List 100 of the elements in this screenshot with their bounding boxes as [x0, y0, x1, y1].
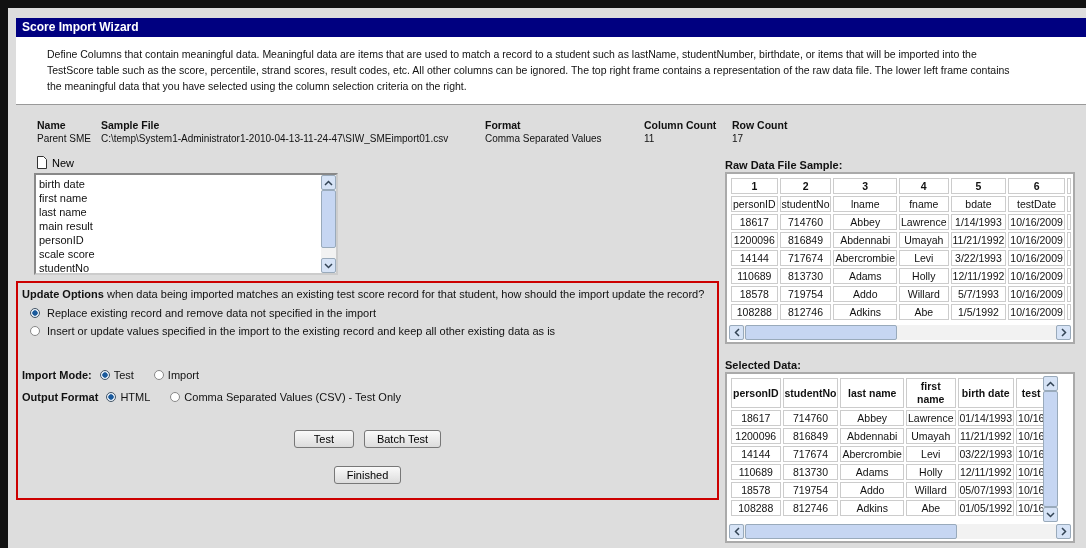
scrollbar[interactable]: [729, 524, 1071, 539]
table-cell: Adkins: [840, 500, 904, 516]
table-cell: 5/7/1993: [950, 286, 1007, 302]
list-item[interactable]: studentNo: [39, 261, 318, 273]
table-cell: 1200096: [731, 232, 778, 248]
table-cell: 108288: [731, 304, 778, 320]
table-cell: Abercrombie: [833, 250, 897, 266]
column-header: studentNo: [782, 378, 839, 408]
table-cell: Willard: [899, 286, 949, 302]
table-cell: 01/14/1993: [957, 410, 1015, 426]
info-label: Name: [37, 118, 67, 132]
table-cell: 714760: [782, 410, 839, 426]
list-item[interactable]: first name: [39, 191, 318, 205]
list-item[interactable]: main result: [39, 219, 318, 233]
info-value: 11: [644, 132, 656, 146]
table-cell: Addo: [833, 286, 897, 302]
table-cell: Levi: [905, 446, 956, 462]
info-value: Comma Separated Values: [485, 132, 603, 146]
table-cell: 14144: [731, 446, 781, 462]
table-cell: Holly: [905, 464, 956, 480]
table-cell: personID: [731, 196, 778, 212]
table-cell: Umayah: [905, 428, 956, 444]
table-cell: 10/16/2009: [1008, 268, 1065, 284]
table-cell: Lawrence: [905, 410, 956, 426]
table-cell: 14144: [731, 250, 778, 266]
info-label: Format: [485, 118, 522, 132]
list-item[interactable]: birth date: [39, 177, 318, 191]
table-cell: 812746: [782, 500, 839, 516]
table-cell: 812746: [779, 304, 832, 320]
table-cell: 12/11/1992: [950, 268, 1007, 284]
field-list[interactable]: birth date first name last name main result personID scale score studentNo: [34, 173, 338, 275]
table-cell: 11/21/1992: [950, 232, 1007, 248]
action-button[interactable]: Batch Test: [363, 430, 442, 448]
scrollbar[interactable]: [1043, 376, 1058, 522]
table-cell: 110689: [731, 464, 781, 480]
table-cell: 3/22/1993: [950, 250, 1007, 266]
radio-option[interactable]: Test: [99, 366, 134, 384]
info-value: 17: [732, 132, 745, 146]
new-button[interactable]: New: [37, 156, 74, 169]
raw-sample-title: Raw Data File Sample:: [725, 158, 844, 172]
table-cell: Abercrombie: [840, 446, 904, 462]
table-cell: 717674: [779, 250, 832, 266]
table-cell: 816849: [782, 428, 839, 444]
radio-option[interactable]: HTML: [106, 388, 151, 406]
update-options-text: Update Options when data being imported matches an existing test score record for that student, how should the import update the record?: [22, 288, 705, 300]
table-cell: Addo: [840, 482, 904, 498]
column-header: first name: [905, 378, 956, 408]
info-label: Row Count: [732, 118, 788, 132]
table-cell: 10/16/2009: [1008, 250, 1065, 266]
table-cell: 12/11/1992: [957, 464, 1015, 480]
table-cell: 18617: [731, 214, 778, 230]
table-cell: 816849: [779, 232, 832, 248]
radio-option[interactable]: Import: [153, 366, 200, 384]
table-cell: 108288: [731, 500, 781, 516]
column-number: 3: [833, 178, 897, 194]
table-cell: 01/05/1992: [957, 500, 1015, 516]
table-cell: 717674: [782, 446, 839, 462]
table-cell: 10/16/2009: [1008, 214, 1065, 230]
table-cell: Abe: [899, 304, 949, 320]
table-cell: Lawrence: [899, 214, 949, 230]
table-cell: 18617: [731, 410, 781, 426]
radio-option[interactable]: Insert or update values specified in the import to the existing record and keep all other existing data as is: [22, 322, 713, 340]
table-cell: Adams: [833, 268, 897, 284]
radio-option[interactable]: Comma Separated Values (CSV) - Test Only: [170, 388, 401, 406]
table-cell: Abdennabi: [840, 428, 904, 444]
list-item[interactable]: scale score: [39, 247, 318, 261]
table-cell: testDate: [1008, 196, 1065, 212]
table-cell: 11/21/1992: [957, 428, 1015, 444]
action-button[interactable]: Finished: [333, 466, 402, 484]
column-number: 1: [731, 178, 778, 194]
info-value: Parent SME: [37, 132, 92, 146]
table-cell: studentNo: [779, 196, 832, 212]
radio-option[interactable]: Replace existing record and remove data not specified in the import: [22, 304, 713, 322]
column-header: birth date: [957, 378, 1015, 408]
column-header: last name: [840, 378, 904, 408]
list-item[interactable]: last name: [39, 205, 318, 219]
info-label: Column Count: [644, 118, 718, 132]
import-mode-label: Import Mode:: [22, 369, 92, 381]
table-cell: 10/16/2009: [1008, 232, 1065, 248]
list-item[interactable]: personID: [39, 233, 318, 247]
table-cell: Umayah: [899, 232, 949, 248]
table-cell: Holly: [899, 268, 949, 284]
table-cell: 10/16/2009: [1008, 286, 1065, 302]
column-header: personID: [731, 378, 781, 408]
table-cell: 813730: [782, 464, 839, 480]
info-label: Sample File: [101, 118, 161, 132]
table-cell: Levi: [899, 250, 949, 266]
table-cell: 110689: [731, 268, 778, 284]
scrollbar[interactable]: [729, 325, 1071, 340]
table-cell: 813730: [779, 268, 832, 284]
table-cell: 1/14/1993: [950, 214, 1007, 230]
table-cell: fname: [899, 196, 949, 212]
table-cell: 1200096: [731, 428, 781, 444]
scrollbar[interactable]: [321, 175, 336, 273]
column-number: 4: [899, 178, 949, 194]
table-cell: Adams: [840, 464, 904, 480]
action-button[interactable]: Test: [293, 430, 354, 448]
table-cell: lname: [833, 196, 897, 212]
table-cell: 10/16/2009: [1008, 304, 1065, 320]
description-text: Define Columns that contain meaningful data. Meaningful data are items that are used to match a record to a student such as lastName, studentNumber, birthdate, or items that will be imported into the TestScore table such as the score, percentile, strand scores, result codes, etc. All other columns can be ignored. The top right frame contains a representation of the raw data file. The lower left frame contains the meaningful data that you have selected using the column selection criteria on the right.: [47, 47, 1011, 94]
